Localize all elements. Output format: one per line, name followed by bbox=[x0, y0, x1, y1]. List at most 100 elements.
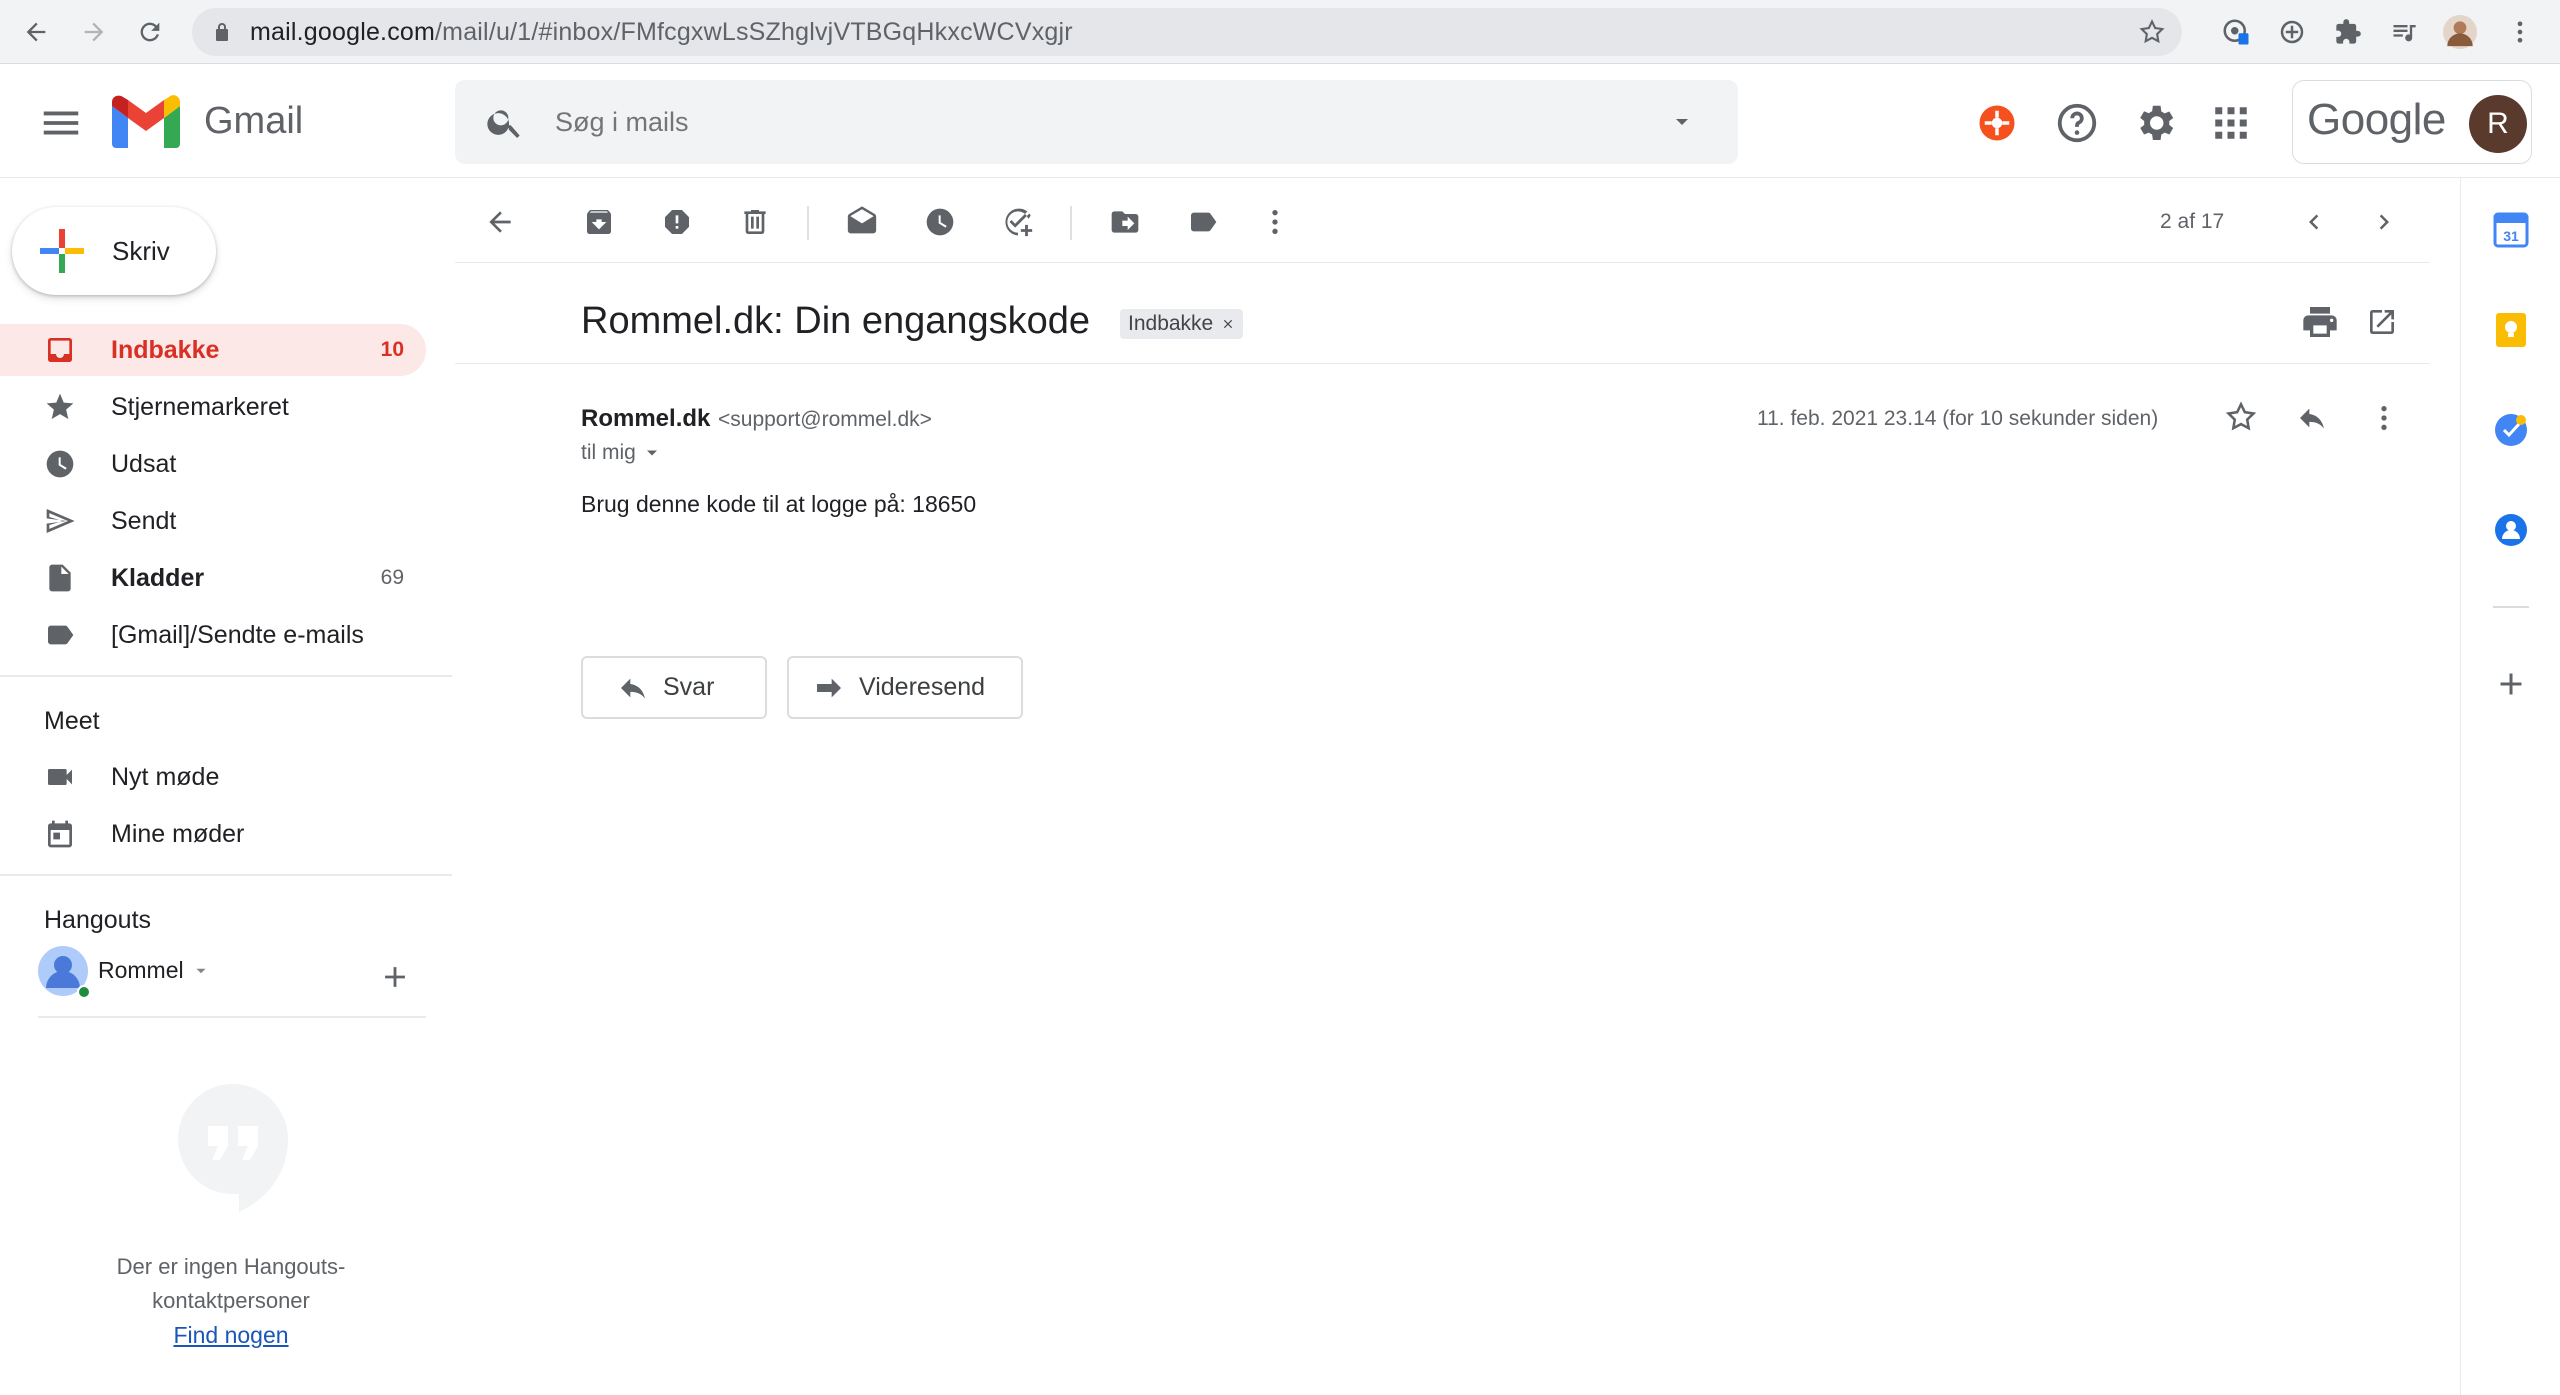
forward-button-label: Videresend bbox=[859, 673, 986, 701]
search-bar[interactable] bbox=[455, 80, 1738, 164]
labels-button[interactable] bbox=[1179, 198, 1227, 246]
gmail-header: Gmail Google R bbox=[0, 64, 2560, 178]
reply-button-label: Svar bbox=[663, 673, 715, 701]
video-camera-icon bbox=[48, 769, 72, 785]
sidebar-item-label: [Gmail]/Sendte e-mails bbox=[111, 621, 364, 649]
extension-sync-icon[interactable] bbox=[2270, 10, 2314, 54]
remove-label-close-icon[interactable] bbox=[1221, 317, 1235, 331]
browser-toolbar: mail.google.com/mail/u/1/#inbox/FMfcgxwL… bbox=[0, 0, 2560, 64]
contacts-app-icon[interactable] bbox=[2493, 512, 2529, 548]
sender-name: Rommel.dk bbox=[581, 405, 711, 432]
calendar-app-icon[interactable]: 31 bbox=[2493, 212, 2529, 248]
open-new-window-icon[interactable] bbox=[2366, 306, 2398, 338]
calendar-icon bbox=[48, 820, 72, 848]
add-task-icon bbox=[1005, 208, 1033, 237]
sidebar-item-inbox[interactable]: Indbakke 10 bbox=[0, 324, 426, 376]
label-icon bbox=[1191, 212, 1217, 232]
apps-grid-icon[interactable] bbox=[2210, 102, 2252, 144]
chevron-down-icon bbox=[646, 450, 657, 456]
mark-unread-icon bbox=[847, 206, 877, 234]
get-addons-plus-icon[interactable] bbox=[2493, 666, 2529, 702]
mark-unread-button[interactable] bbox=[838, 198, 886, 246]
sidebar-item-label: Udsat bbox=[111, 450, 177, 478]
hangouts-divider bbox=[38, 1016, 426, 1018]
report-spam-button[interactable] bbox=[653, 198, 701, 246]
message-body: Brug denne kode til at logge på: 18650 bbox=[581, 491, 977, 517]
snooze-button[interactable] bbox=[916, 198, 964, 246]
hangouts-quote-icon bbox=[178, 1084, 288, 1212]
reply-arrow-icon bbox=[621, 678, 645, 699]
tasks-app-icon[interactable] bbox=[2493, 412, 2529, 448]
hangouts-user-avatar[interactable] bbox=[38, 946, 90, 998]
meet-my-meetings[interactable]: Mine møder bbox=[0, 808, 426, 860]
star-message-icon[interactable] bbox=[2224, 400, 2258, 434]
search-input[interactable] bbox=[555, 80, 1555, 164]
hangouts-user-switcher[interactable]: Rommel bbox=[98, 957, 210, 984]
sidebar-item-sent[interactable]: Sendt bbox=[0, 495, 426, 547]
extension-shield-icon[interactable] bbox=[2214, 10, 2258, 54]
back-to-inbox-button[interactable] bbox=[476, 198, 524, 246]
sidebar-item-starred[interactable]: Stjernemarkeret bbox=[0, 381, 426, 433]
message-date: 11. feb. 2021 23.14 (for 10 sekunder sid… bbox=[1757, 407, 2159, 430]
settings-gear-icon[interactable] bbox=[2132, 100, 2178, 146]
address-bar[interactable]: mail.google.com/mail/u/1/#inbox/FMfcgxwL… bbox=[192, 8, 2182, 56]
browser-reload-icon[interactable] bbox=[128, 10, 172, 54]
recipient-details-toggle[interactable]: til mig bbox=[581, 441, 662, 465]
compose-button[interactable]: Skriv bbox=[12, 207, 216, 295]
older-button[interactable] bbox=[2290, 198, 2338, 246]
label-chip-text: Indbakke bbox=[1128, 312, 1214, 335]
toolbar-separator bbox=[807, 206, 809, 240]
unread-count: 10 bbox=[380, 338, 404, 361]
sidebar-item-drafts[interactable]: Kladder 69 bbox=[0, 552, 426, 604]
hangouts-user-name: Rommel bbox=[98, 957, 184, 983]
print-icon[interactable] bbox=[2300, 302, 2340, 342]
media-queue-icon[interactable] bbox=[2382, 10, 2426, 54]
chevron-down-icon bbox=[196, 968, 206, 973]
meet-section-title: Meet bbox=[44, 707, 100, 735]
account-switcher[interactable]: Google R bbox=[2292, 80, 2532, 164]
more-vert-icon bbox=[1272, 210, 1278, 234]
sidebar-item-snoozed[interactable]: Udsat bbox=[0, 438, 426, 490]
sidebar-divider bbox=[0, 874, 452, 876]
newer-button[interactable] bbox=[2360, 198, 2408, 246]
svg-text:31: 31 bbox=[2503, 228, 2519, 244]
find-someone-link[interactable]: Find nogen bbox=[173, 1322, 288, 1348]
message-more-vert-icon[interactable] bbox=[2368, 402, 2400, 434]
reply-icon[interactable] bbox=[2296, 402, 2328, 434]
archive-button[interactable] bbox=[575, 198, 623, 246]
drafts-count: 69 bbox=[380, 566, 404, 589]
search-options-chevron-down-icon[interactable] bbox=[1670, 110, 1694, 134]
reply-button[interactable]: Svar bbox=[581, 656, 767, 719]
forward-button[interactable]: Videresend bbox=[787, 656, 1023, 719]
help-icon[interactable] bbox=[2054, 100, 2100, 146]
compose-plus-icon bbox=[40, 229, 84, 273]
status-extension-icon[interactable] bbox=[1976, 102, 2018, 144]
gmail-logo-icon[interactable] bbox=[112, 94, 180, 148]
search-icon[interactable] bbox=[485, 102, 525, 142]
account-avatar[interactable]: R bbox=[2469, 95, 2527, 153]
clock-icon bbox=[46, 450, 74, 478]
add-hangout-plus-icon[interactable] bbox=[378, 960, 412, 994]
sidebar-divider bbox=[0, 675, 452, 677]
keep-app-icon[interactable] bbox=[2493, 312, 2529, 348]
archive-icon bbox=[587, 209, 611, 234]
meet-item-label: Nyt møde bbox=[111, 763, 220, 791]
more-actions-button[interactable] bbox=[1251, 198, 1299, 246]
toolbar-divider bbox=[455, 262, 2430, 263]
move-to-button[interactable] bbox=[1101, 198, 1149, 246]
lock-icon bbox=[210, 20, 234, 44]
sidebar-item-gmail-sent[interactable]: [Gmail]/Sendte e-mails bbox=[0, 609, 426, 661]
sender-email: <support@rommel.dk> bbox=[718, 408, 932, 431]
browser-back-icon[interactable] bbox=[14, 10, 58, 54]
extensions-puzzle-icon[interactable] bbox=[2326, 10, 2370, 54]
delete-button[interactable] bbox=[731, 198, 779, 246]
main-menu-icon[interactable] bbox=[38, 100, 84, 146]
chevron-right-icon bbox=[2379, 214, 2389, 230]
browser-forward-icon[interactable] bbox=[72, 10, 116, 54]
profile-photo-icon[interactable] bbox=[2438, 10, 2482, 54]
bookmark-star-icon[interactable] bbox=[2138, 18, 2166, 46]
meet-new-meeting[interactable]: Nyt møde bbox=[0, 751, 426, 803]
add-to-tasks-button[interactable] bbox=[994, 198, 1042, 246]
side-panel-divider bbox=[2493, 606, 2529, 608]
browser-menu-icon[interactable] bbox=[2498, 10, 2542, 54]
